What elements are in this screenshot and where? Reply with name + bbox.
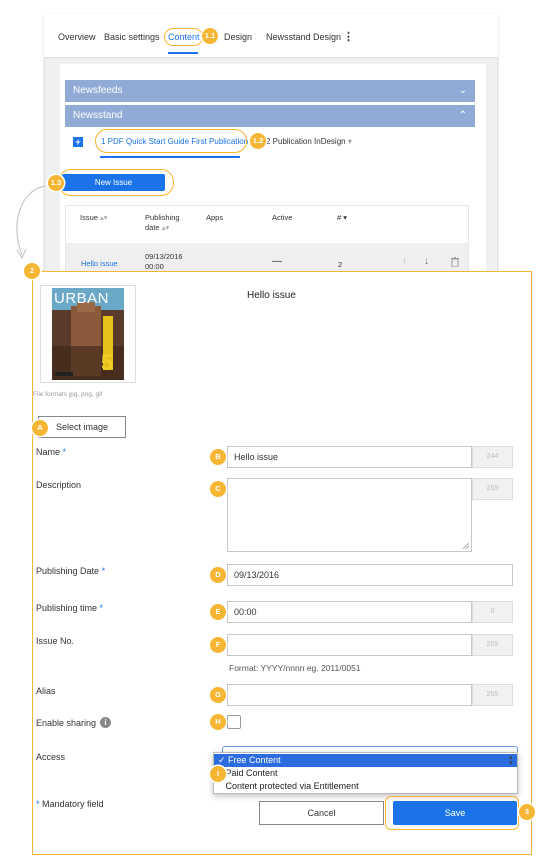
alias-counter: 255 — [472, 684, 513, 706]
access-option-paid-label: Paid Content — [225, 768, 278, 778]
enable-sharing-checkbox[interactable] — [227, 715, 241, 729]
select-arrows-icon: ▴ ▾ — [509, 754, 513, 767]
description-char-counter: 255 — [472, 478, 513, 500]
alias-label: Alias — [36, 686, 56, 696]
callout-i: I — [210, 766, 226, 782]
callout-3: 3 — [519, 804, 535, 820]
callout-e: E — [210, 604, 226, 620]
required-marker: * — [101, 566, 106, 576]
required-marker: * — [36, 799, 40, 809]
file-formats-hint: File formats jpg, png, gif — [33, 391, 103, 398]
cancel-button[interactable]: Cancel — [259, 801, 384, 825]
mandatory-note-text: Mandatory field — [42, 799, 104, 809]
cover-image: URBAN 5 — [40, 285, 136, 383]
info-icon[interactable]: i — [100, 717, 111, 728]
access-option-free[interactable]: ✓ Free Content — [214, 754, 517, 767]
access-option-entitlement-label: Content protected via Entitlement — [225, 781, 359, 791]
description-textarea[interactable] — [227, 478, 472, 552]
callout-a: A — [32, 420, 48, 436]
publishing-date-label-text: Publishing Date — [36, 566, 100, 576]
access-option-entitlement[interactable]: Content protected via Entitlement — [214, 780, 517, 793]
access-label: Access — [36, 752, 66, 762]
required-marker: * — [62, 447, 67, 457]
issue-no-format-hint: Format: YYYY/nnnn eg. 2011/0051 — [229, 663, 361, 673]
publishing-time-label-text: Publishing time — [36, 603, 98, 613]
name-label: Name * — [36, 447, 66, 457]
access-option-paid[interactable]: Paid Content — [214, 767, 517, 780]
publishing-date-label: Publishing Date * — [36, 566, 105, 576]
issue-no-counter: 255 — [472, 634, 513, 656]
publishing-time-input[interactable]: 00:00 — [227, 601, 472, 623]
select-image-button[interactable]: Select image — [38, 416, 126, 438]
cover-brand-text: URBAN — [54, 290, 110, 307]
save-button[interactable]: Save — [393, 801, 517, 825]
name-input[interactable]: Hello issue — [227, 446, 472, 468]
callout-g: G — [210, 687, 226, 703]
name-label-text: Name — [36, 447, 61, 457]
callout-2: 2 — [24, 263, 40, 279]
name-char-counter: 244 — [472, 446, 513, 468]
enable-sharing-label: Enable sharing — [36, 718, 97, 728]
callout-f: F — [210, 637, 226, 653]
access-dropdown: ✓ Free Content Paid Content Content prot… — [213, 752, 518, 794]
callout-h: H — [210, 714, 226, 730]
publishing-time-counter: 0 — [472, 601, 513, 623]
cover-overlay-text: 5 — [101, 350, 114, 375]
callout-c: C — [210, 481, 226, 497]
issue-no-input[interactable] — [227, 634, 472, 656]
callout-d: D — [210, 567, 226, 583]
publishing-time-label: Publishing time * — [36, 603, 103, 613]
resize-handle-icon[interactable] — [463, 543, 469, 549]
detail-title: Hello issue — [247, 290, 296, 301]
required-marker: * — [99, 603, 104, 613]
description-label: Description — [36, 480, 82, 490]
mandatory-note: * Mandatory field — [36, 799, 104, 809]
alias-input[interactable] — [227, 684, 472, 706]
issue-no-label: Issue No. — [36, 636, 75, 646]
callout-b: B — [210, 449, 226, 465]
publishing-date-input[interactable]: 09/13/2016 — [227, 564, 513, 586]
access-option-free-label: Free Content — [228, 755, 281, 765]
